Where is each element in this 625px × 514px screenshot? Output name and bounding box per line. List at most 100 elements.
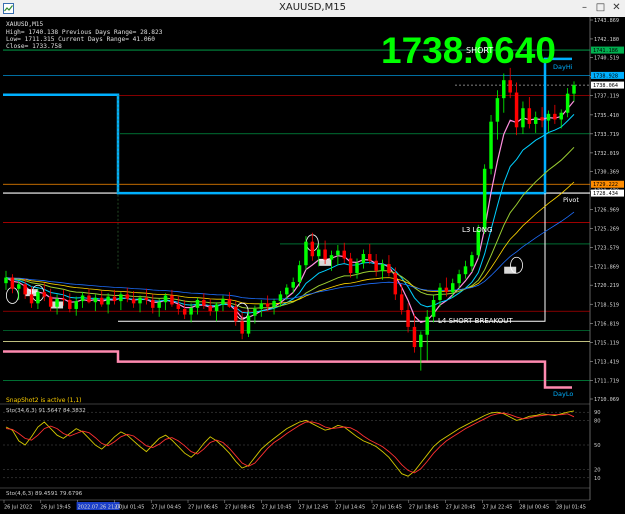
bull-candle bbox=[291, 282, 295, 288]
bear-candle bbox=[265, 303, 270, 307]
bull-candle bbox=[316, 249, 321, 257]
bull-candle bbox=[189, 307, 193, 315]
bear-candle bbox=[10, 277, 15, 289]
price-chart[interactable]: 1743.8691742.1801740.5191738.8081737.119… bbox=[0, 17, 625, 514]
bull-candle bbox=[221, 298, 225, 305]
bear-candle bbox=[99, 297, 104, 305]
bull-candle bbox=[119, 294, 123, 302]
y-tick-label: 1715.119 bbox=[594, 340, 619, 346]
bull-candle bbox=[253, 308, 257, 316]
bull-candle bbox=[80, 295, 85, 302]
y-tick-label: 1718.519 bbox=[594, 302, 619, 308]
bear-candle bbox=[342, 250, 346, 259]
bear-candle bbox=[310, 241, 315, 257]
bear-candle bbox=[170, 295, 174, 305]
bear-candle bbox=[444, 287, 449, 293]
bull-candle bbox=[380, 264, 385, 271]
y-tick-label: 1732.019 bbox=[594, 151, 619, 157]
bear-candle bbox=[48, 296, 53, 307]
y-tick-label: 1740.519 bbox=[594, 56, 619, 62]
bull-candle bbox=[463, 266, 468, 275]
bull-candle bbox=[246, 315, 251, 334]
stoch-level-label: 80 bbox=[594, 418, 601, 424]
minimize-icon[interactable]: – bbox=[578, 2, 591, 14]
bull-candle bbox=[304, 241, 308, 266]
bear-candle bbox=[42, 292, 47, 297]
bull-candle bbox=[163, 295, 168, 303]
y-tick-label: 1742.180 bbox=[594, 37, 619, 43]
y-tick-label: 1710.069 bbox=[594, 397, 619, 403]
stoch-level-label: 20 bbox=[594, 468, 601, 474]
daylo-label: DayLo bbox=[553, 390, 573, 398]
y-tick-label: 1721.869 bbox=[594, 265, 619, 271]
bull-candle bbox=[195, 299, 200, 308]
bull-candle bbox=[457, 274, 461, 284]
bear-candle bbox=[508, 80, 512, 93]
bear-candle bbox=[144, 297, 149, 300]
snapshot-status: SnapShot2 is active (1,1) bbox=[6, 397, 82, 404]
stoch-level-label: 50 bbox=[594, 443, 601, 449]
bear-candle bbox=[151, 299, 155, 308]
bear-candle bbox=[176, 304, 181, 309]
bear-candle bbox=[540, 117, 544, 121]
bull-candle bbox=[36, 292, 40, 304]
stoch1-label: Sto(34,6,3) 91.5647 84.3832 bbox=[6, 408, 86, 414]
bear-candle bbox=[514, 92, 519, 128]
bull-candle bbox=[4, 277, 8, 284]
bear-candle bbox=[131, 298, 136, 304]
bear-candle bbox=[61, 298, 66, 300]
bear-candle bbox=[29, 294, 34, 304]
bear-candle bbox=[68, 299, 72, 309]
info-high-line: High= 1740.138 Previous Days Range= 28.8… bbox=[6, 29, 163, 36]
x-tick-label: 27 Jul 20:45 bbox=[446, 505, 476, 511]
x-tick-label: 27 Jul 04:45 bbox=[151, 505, 181, 511]
bull-candle bbox=[285, 287, 289, 295]
bull-candle bbox=[495, 98, 500, 122]
window-title: XAUUSD,M15 bbox=[279, 2, 346, 13]
x-tick-label: 27 Jul 01:45 bbox=[114, 505, 144, 511]
bull-candle bbox=[214, 304, 219, 312]
dayhi-label: DayHi bbox=[553, 63, 573, 71]
price-tag-label: 1741.186 bbox=[593, 48, 618, 54]
bear-candle bbox=[399, 294, 404, 311]
y-tick-label: 1733.719 bbox=[594, 132, 619, 138]
bear-candle bbox=[527, 108, 532, 124]
y-tick-label: 1730.369 bbox=[594, 169, 619, 175]
bull-candle bbox=[572, 85, 576, 94]
maximize-icon[interactable]: □ bbox=[594, 2, 607, 14]
stoch-level-label: 10 bbox=[594, 476, 601, 482]
bear-candle bbox=[202, 299, 206, 306]
bull-candle bbox=[361, 254, 366, 263]
bull-candle bbox=[93, 297, 98, 303]
x-tick-label: 26 Jul 19:45 bbox=[41, 505, 71, 511]
bull-candle bbox=[546, 113, 551, 121]
bull-candle bbox=[17, 284, 21, 289]
info-symbol: XAUUSD,M15 bbox=[6, 21, 44, 28]
bull-candle bbox=[336, 250, 340, 256]
close-icon[interactable]: ✕ bbox=[610, 2, 623, 14]
x-tick-label: 28 Jul 00:45 bbox=[519, 505, 549, 511]
bull-candle bbox=[431, 299, 436, 317]
bear-candle bbox=[182, 308, 187, 315]
x-tick-label: 27 Jul 18:45 bbox=[409, 505, 439, 511]
bull-candle bbox=[106, 296, 110, 305]
price-tag-label: 1729.222 bbox=[593, 182, 618, 188]
bull-candle bbox=[55, 298, 59, 307]
price-tag-label: 1738.064 bbox=[593, 83, 618, 89]
bull-candle bbox=[355, 262, 359, 274]
bear-candle bbox=[240, 321, 244, 334]
info-close-line: Close= 1733.758 bbox=[6, 43, 62, 50]
bull-candle bbox=[489, 121, 493, 169]
x-tick-label: 27 Jul 12:45 bbox=[298, 505, 328, 511]
bear-candle bbox=[208, 305, 212, 312]
bear-candle bbox=[234, 306, 238, 322]
pivot-label: Pivot bbox=[563, 196, 579, 204]
bull-candle bbox=[451, 283, 455, 293]
x-tick-label: 27 Jul 06:45 bbox=[188, 505, 218, 511]
price-tag-label: 1738.928 bbox=[593, 73, 618, 79]
bear-candle bbox=[87, 295, 91, 303]
y-tick-label: 1726.969 bbox=[594, 208, 619, 214]
stoch2-label: Sto(4,6,3) 89.4591 79.6796 bbox=[6, 491, 83, 497]
bull-candle bbox=[297, 265, 302, 283]
bull-candle bbox=[278, 294, 283, 302]
